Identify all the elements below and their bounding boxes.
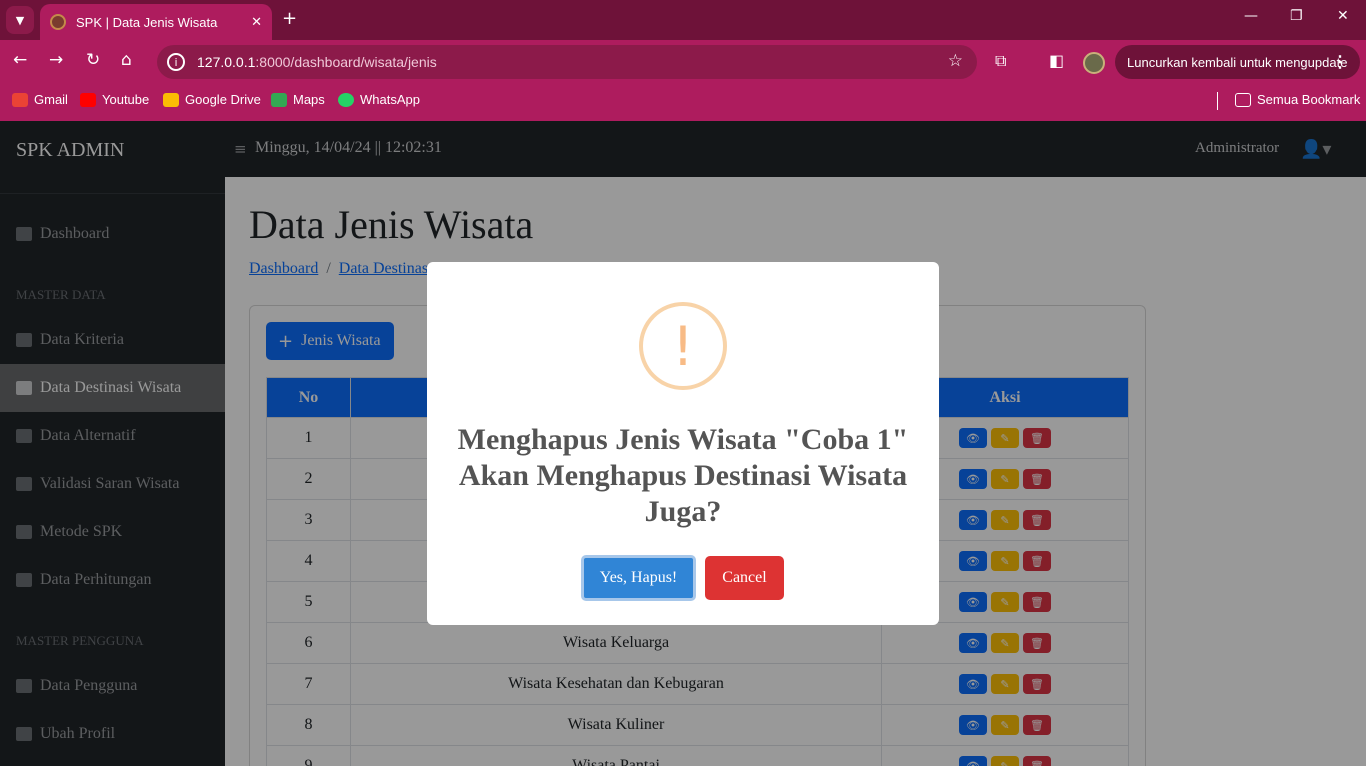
profile-avatar[interactable] — [1083, 52, 1105, 74]
favicon-icon — [50, 14, 66, 30]
restore-icon[interactable]: ❐ — [1290, 8, 1303, 24]
relaunch-label: Luncurkan kembali untuk mengupdate — [1127, 54, 1348, 70]
bookmarks-bar: Gmail Youtube Google Drive Maps WhatsApp… — [0, 85, 1366, 121]
side-panel-icon[interactable]: ◧ — [1049, 51, 1064, 70]
home-icon[interactable]: ⌂ — [121, 50, 132, 70]
menu-icon[interactable]: ⋮ — [1332, 52, 1348, 72]
gmail-icon — [12, 92, 28, 107]
bookmark-youtube[interactable]: Youtube — [80, 92, 149, 107]
site-info-icon[interactable]: i — [167, 53, 185, 71]
forward-icon[interactable]: → — [49, 50, 63, 70]
back-icon[interactable]: ← — [13, 50, 27, 70]
folder-icon — [1235, 92, 1251, 107]
bookmark-separator — [1217, 92, 1218, 110]
confirm-delete-dialog: ! Menghapus Jenis Wisata "Coba 1" Akan M… — [427, 262, 939, 625]
new-tab-button[interactable]: + — [282, 8, 297, 29]
address-bar[interactable]: i 127.0.0.1 :8000/dashboard/wisata/jenis… — [157, 45, 977, 79]
url-path: :8000/dashboard/wisata/jenis — [255, 54, 437, 70]
minimize-icon[interactable]: — — [1244, 8, 1258, 24]
reload-icon[interactable]: ↻ — [86, 50, 100, 70]
all-bookmarks[interactable]: Semua Bookmark — [1235, 92, 1360, 107]
bookmark-whatsapp[interactable]: WhatsApp — [338, 92, 420, 107]
browser-toolbar: ← → ↻ ⌂ i 127.0.0.1 :8000/dashboard/wisa… — [0, 40, 1366, 85]
relaunch-update-button[interactable]: Luncurkan kembali untuk mengupdate ⋮ — [1115, 45, 1360, 79]
whatsapp-icon — [338, 92, 354, 107]
confirm-delete-button[interactable]: Yes, Hapus! — [581, 555, 696, 601]
url-host: 127.0.0.1 — [197, 54, 256, 70]
browser-tab[interactable]: SPK | Data Jenis Wisata ✕ — [40, 4, 272, 40]
cancel-button[interactable]: Cancel — [705, 556, 784, 600]
tab-title: SPK | Data Jenis Wisata — [76, 14, 218, 30]
maps-icon — [271, 92, 287, 107]
bookmark-maps[interactable]: Maps — [271, 92, 325, 107]
warning-icon: ! — [639, 302, 727, 390]
youtube-icon — [80, 92, 96, 107]
drive-icon — [163, 92, 179, 107]
browser-chrome: ▼ SPK | Data Jenis Wisata ✕ + — ❐ ✕ ← → … — [0, 0, 1366, 121]
dialog-title: Menghapus Jenis Wisata "Coba 1" Akan Men… — [457, 423, 909, 528]
tab-strip: ▼ SPK | Data Jenis Wisata ✕ + — ❐ ✕ — [0, 0, 1366, 40]
bookmark-gmail[interactable]: Gmail — [12, 92, 68, 107]
tab-search-button[interactable]: ▼ — [6, 6, 34, 34]
bookmark-star-icon[interactable]: ☆ — [948, 51, 963, 71]
bookmark-google-drive[interactable]: Google Drive — [163, 92, 261, 107]
window-close-icon[interactable]: ✕ — [1337, 8, 1349, 24]
tab-close-icon[interactable]: ✕ — [251, 15, 262, 30]
extensions-icon[interactable]: ⧉ — [995, 51, 1006, 71]
